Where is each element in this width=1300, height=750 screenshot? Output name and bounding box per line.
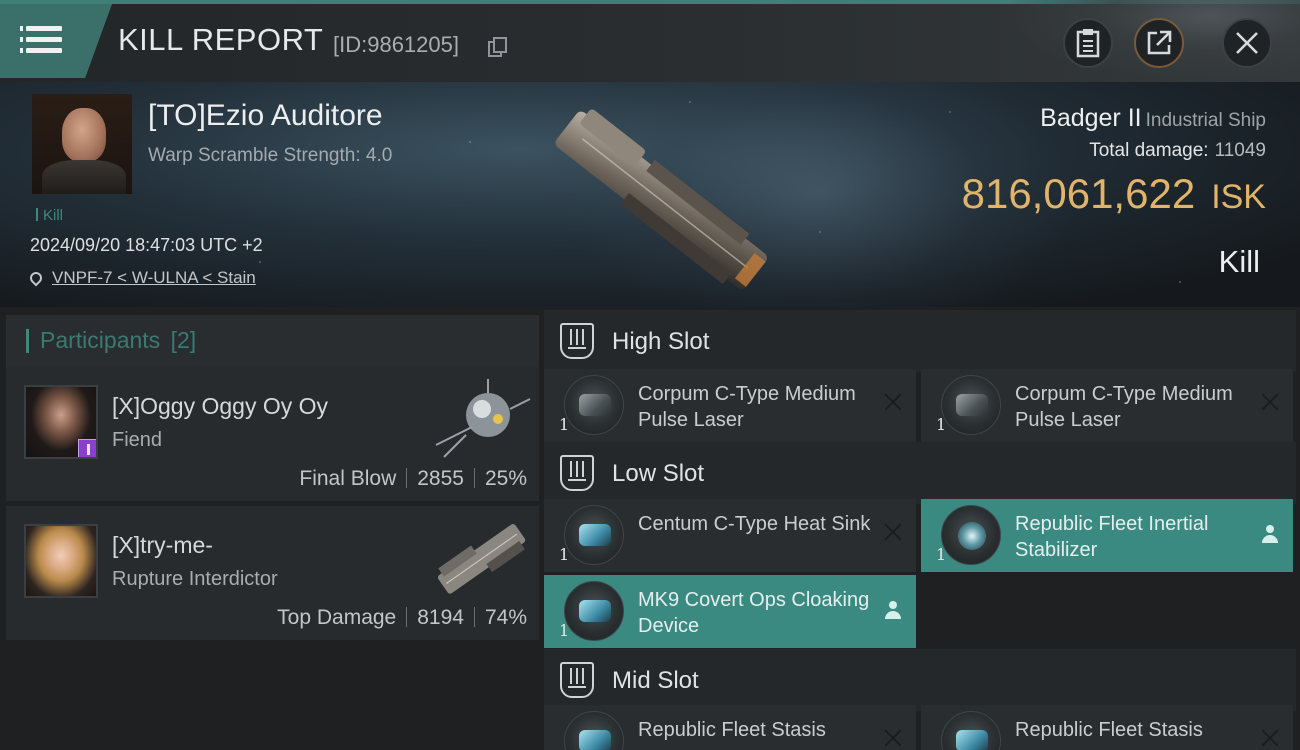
module-name: Republic Fleet Inertial Stabilizer [1015,513,1209,561]
module-name: MK9 Covert Ops Cloaking Device [638,589,870,637]
module-item[interactable]: 1 Centum C-Type Heat Sink [544,499,916,572]
clipboard-button[interactable] [1063,18,1113,68]
participant-portrait [24,524,98,598]
module-icon [941,711,1001,750]
slot-label: Low Slot [612,460,705,487]
share-button[interactable] [1134,18,1184,68]
module-icon [564,711,624,750]
module-slot-icon [560,662,594,698]
participant-name[interactable]: [X]Oggy Oggy Oy Oy [112,393,328,420]
clipboard-icon [1076,29,1100,58]
ship-name[interactable]: Badger II [1040,104,1141,132]
participants-panel: Participants [2] [X]Oggy Oggy Oy Oy Fien… [0,307,540,750]
top-bar: KILL REPORT [ID:9861205] [0,0,1300,82]
module-item[interactable]: 1 Republic Fleet Stasis [921,705,1293,750]
participant-row[interactable]: [X]Oggy Oggy Oy Oy Fiend Final Blow 2855 2… [6,367,539,501]
module-slot-icon [560,455,594,491]
participant-percent: 25% [484,467,527,490]
module-quantity: 1 [936,545,947,564]
module-name: Corpum C-Type Medium Pulse Laser [638,383,856,431]
victim-ship: Badger II Industrial Ship [1040,104,1266,133]
report-id: [ID:9861205] [333,32,459,57]
participants-count: [2] [170,327,197,353]
participants-header: Participants [2] [6,315,539,367]
destroyed-x-icon [1261,393,1279,411]
result-label: Kill [1218,244,1260,279]
total-damage-value: 11049 [1214,140,1266,161]
module-quantity: 1 [559,621,570,640]
menu-icon[interactable] [20,20,66,60]
close-icon [1236,32,1258,54]
location-pin-icon [27,269,45,287]
module-name: Corpum C-Type Medium Pulse Laser [1015,383,1233,431]
module-item[interactable]: 1 Republic Fleet Inertial Stabilizer [921,499,1293,572]
slot-label: High Slot [612,328,710,355]
participant-ship: Rupture Interdictor [112,568,278,590]
module-name: Republic Fleet Stasis [638,719,826,741]
security-badge-icon [78,439,96,457]
module-item[interactable]: 1 Corpum C-Type Medium Pulse Laser [921,369,1293,442]
module-item[interactable]: 1 Corpum C-Type Medium Pulse Laser [544,369,916,442]
participant-damage: 2855 [417,467,464,490]
participant-role: Final Blow [299,467,397,490]
victim-portrait[interactable] [32,94,132,194]
close-button[interactable] [1222,18,1272,68]
module-item[interactable]: 1 Republic Fleet Stasis [544,705,916,750]
participant-portrait [24,385,98,459]
module-icon [941,375,1001,435]
dropped-person-icon [884,601,902,619]
victim-name[interactable]: [TO]Ezio Auditore [148,99,383,133]
destroyed-x-icon [884,523,902,541]
participant-damage: 8194 [417,606,464,629]
destroyed-x-icon [884,729,902,747]
module-quantity: 1 [559,415,570,434]
page-title: KILL REPORT [118,22,324,57]
participant-stats: Top Damage 8194 74% [277,606,527,630]
dropped-person-icon [1261,525,1279,543]
module-name: Republic Fleet Stasis [1015,719,1203,741]
fitting-panel: High Slot 1 Corpum C-Type Medium Pulse L… [540,307,1300,750]
low-slot-header: Low Slot [544,442,1296,504]
isk-amount: 816,061,622 [961,170,1196,217]
kill-location: VNPF-7 < W-ULNA < Stain [27,268,256,288]
total-damage: Total damage: 11049 [1089,140,1266,162]
module-icon [564,505,624,565]
module-icon [564,581,624,641]
participant-name[interactable]: [X]try-me- [112,532,213,559]
participant-percent: 74% [484,606,527,629]
destroyed-x-icon [1261,729,1279,747]
slot-label: Mid Slot [612,667,699,694]
destroyed-x-icon [884,393,902,411]
copy-icon[interactable] [488,37,507,57]
module-icon [941,505,1001,565]
module-icon [564,375,624,435]
ship-class: Industrial Ship [1145,110,1266,131]
participant-ship-image [437,524,526,594]
module-item[interactable]: 1 MK9 Covert Ops Cloaking Device [544,575,916,648]
isk-unit: ISK [1211,178,1266,216]
participant-ship: Fiend [112,429,163,451]
victim-ship-image[interactable] [530,92,790,307]
share-icon [1147,30,1172,55]
isk-value: 816,061,622 ISK [962,170,1266,218]
module-quantity: 1 [559,545,570,564]
module-slot-icon [560,323,594,359]
module-quantity: 1 [936,415,947,434]
kill-datetime: 2024/09/20 18:47:03 UTC +2 [30,235,263,255]
high-slot-header: High Slot [544,310,1296,372]
participants-label: Participants [40,327,161,353]
module-name: Centum C-Type Heat Sink [638,513,871,535]
participant-row[interactable]: [X]try-me- Rupture Interdictor Top Damag… [6,506,539,640]
location-link[interactable]: VNPF-7 < W-ULNA < Stain [52,268,256,287]
kill-tag: Kill [36,207,63,224]
victim-panel: [TO]Ezio Auditore Warp Scramble Strength… [0,82,1300,307]
warp-scramble-strength: Warp Scramble Strength: 4.0 [148,145,393,166]
participant-role: Top Damage [277,606,397,629]
participant-stats: Final Blow 2855 25% [299,467,527,491]
mid-slot-header: Mid Slot [544,649,1296,711]
total-damage-label: Total damage: [1089,140,1209,161]
participant-ship-image [435,379,531,458]
